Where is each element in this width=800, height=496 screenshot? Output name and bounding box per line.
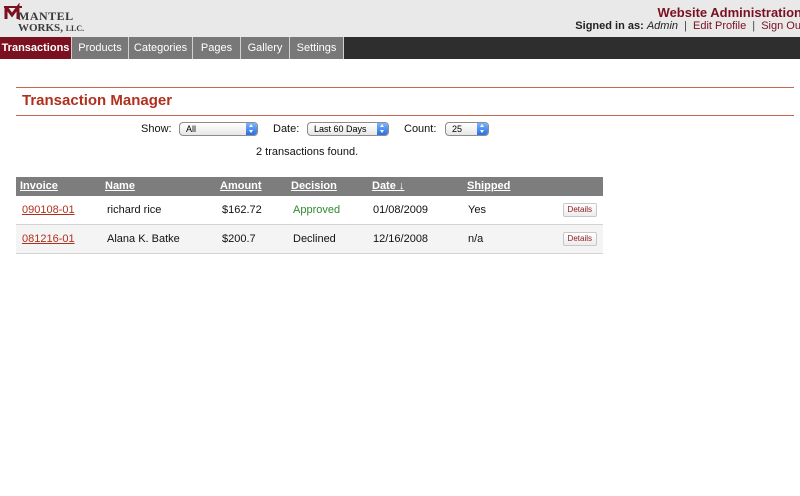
- filter-bar: Show: All Date: Last 60 Days Count: 25: [0, 122, 800, 138]
- details-button[interactable]: Details: [562, 232, 597, 246]
- select-arrows-icon: [477, 123, 488, 135]
- table-row: 081216-01 Alana K. Batke $200.7 Declined…: [16, 225, 603, 254]
- page-title: Transaction Manager: [22, 92, 173, 109]
- amount-value: $162.72: [222, 204, 262, 216]
- count-filter-label: Count:: [404, 123, 437, 135]
- amount-value: $200.7: [222, 233, 256, 245]
- column-header-shipped[interactable]: Shipped: [467, 180, 510, 192]
- tab-transactions[interactable]: Transactions: [0, 37, 72, 59]
- shipped-status: n/a: [468, 233, 484, 245]
- site-title: Website Administration: [657, 5, 800, 20]
- column-header-name[interactable]: Name: [105, 180, 135, 192]
- title-bottom-rule: [16, 115, 794, 116]
- column-header-invoice[interactable]: Invoice: [20, 180, 58, 192]
- header: MANTEL WORKS, LLC. Website Administratio…: [0, 0, 800, 37]
- result-count: 2 transactions found.: [256, 146, 359, 158]
- customer-name: Alana K. Batke: [107, 233, 180, 245]
- title-top-rule: [16, 87, 794, 88]
- transaction-date: 12/16/2008: [373, 233, 429, 245]
- column-header-date[interactable]: Date ↓: [372, 180, 404, 192]
- decision-status: Declined: [293, 233, 336, 245]
- tab-products[interactable]: Products: [72, 37, 129, 59]
- count-select-value: 25: [452, 124, 463, 134]
- sign-out-link[interactable]: Sign Out: [761, 20, 800, 32]
- logo-line-2: WORKS, LLC.: [18, 22, 85, 34]
- separator: |: [752, 20, 756, 32]
- details-button[interactable]: Details: [562, 203, 597, 217]
- mantel-works-logo[interactable]: MANTEL WORKS, LLC.: [4, 3, 96, 35]
- table-row: 090108-01 richard rice $162.72 Approved …: [16, 196, 603, 225]
- column-header-amount[interactable]: Amount: [220, 180, 262, 192]
- date-select-value: Last 60 Days: [314, 124, 367, 134]
- separator: |: [684, 20, 687, 32]
- table-header: Invoice Name Amount Decision Date ↓ Ship…: [16, 177, 603, 196]
- shipped-status: Yes: [468, 204, 486, 216]
- column-header-decision[interactable]: Decision: [291, 180, 337, 192]
- date-select[interactable]: Last 60 Days: [307, 122, 389, 136]
- main-nav: Transactions Products Categories Pages G…: [0, 37, 800, 59]
- transactions-table: Invoice Name Amount Decision Date ↓ Ship…: [16, 177, 603, 254]
- tab-gallery[interactable]: Gallery: [241, 37, 290, 59]
- select-arrows-icon: [377, 123, 388, 135]
- username: Admin: [646, 20, 679, 32]
- invoice-link[interactable]: 081216-01: [22, 233, 75, 245]
- show-select[interactable]: All: [179, 122, 258, 136]
- decision-status: Approved: [293, 204, 341, 216]
- tab-categories[interactable]: Categories: [129, 37, 193, 59]
- tab-settings[interactable]: Settings: [290, 37, 344, 59]
- account-bar: Signed in as: Admin | Edit Profile | Sig…: [575, 20, 800, 32]
- date-filter-label: Date:: [273, 123, 300, 135]
- transaction-date: 01/08/2009: [373, 204, 429, 216]
- select-arrows-icon: [246, 123, 257, 135]
- customer-name: richard rice: [107, 204, 162, 216]
- edit-profile-link[interactable]: Edit Profile: [693, 20, 746, 32]
- show-select-value: All: [186, 124, 197, 134]
- show-filter-label: Show:: [141, 123, 172, 135]
- count-select[interactable]: 25: [445, 122, 489, 136]
- signed-in-label: Signed in as:: [575, 20, 644, 32]
- tab-pages[interactable]: Pages: [193, 37, 241, 59]
- invoice-link[interactable]: 090108-01: [22, 204, 75, 216]
